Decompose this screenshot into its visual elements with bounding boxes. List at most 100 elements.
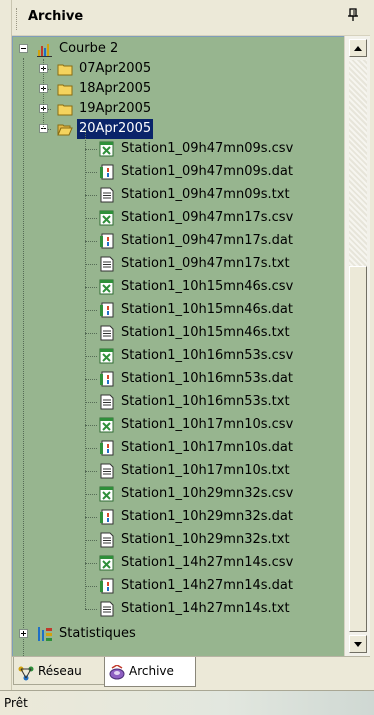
tree-branch-line	[85, 287, 97, 288]
tree-branch-line	[85, 379, 97, 380]
tree-branch-line	[85, 540, 97, 541]
tree-node-file[interactable]: Station1_10h15mn46s.txt	[13, 323, 333, 343]
scroll-thumb[interactable]	[349, 266, 367, 632]
collapse-toggle-icon[interactable]	[19, 44, 28, 53]
tree-node-label: Station1_10h16mn53s.csv	[121, 348, 294, 363]
tree-guide-line	[85, 129, 86, 609]
tree-node-label: 07Apr2005	[79, 61, 152, 76]
tree-branch-line	[85, 425, 97, 426]
tree-node-label: Station1_09h47mn17s.csv	[121, 210, 294, 225]
tab-reseau[interactable]: Réseau	[13, 657, 105, 685]
dat-file-icon	[99, 233, 115, 249]
tree-guide-line	[43, 59, 44, 129]
txt-file-icon	[99, 256, 115, 272]
tree-node-file[interactable]: Station1_09h47mn09s.csv	[13, 139, 333, 159]
tree-node-label: Station1_10h16mn53s.dat	[121, 371, 293, 386]
tree-node-file[interactable]: Station1_10h29mn32s.dat	[13, 507, 333, 527]
tree-node-file[interactable]: Station1_10h15mn46s.dat	[13, 300, 333, 320]
tree-branch-line	[85, 172, 97, 173]
tree-node-label: Station1_10h29mn32s.csv	[121, 486, 294, 501]
tree-node-label: Station1_10h17mn10s.csv	[121, 417, 294, 432]
tree-node-file[interactable]: Station1_09h47mn17s.txt	[13, 254, 333, 274]
tree-node-file[interactable]: Station1_10h17mn10s.txt	[13, 461, 333, 481]
tab-archive[interactable]: Archive	[104, 657, 196, 687]
tree-node-folder[interactable]: 07Apr2005	[13, 59, 333, 79]
status-text: Prêt	[4, 696, 28, 710]
tree-branch-line	[85, 586, 97, 587]
tree-node-label: Station1_09h47mn09s.dat	[121, 164, 293, 179]
tree-branch-line	[85, 448, 97, 449]
tree-node-root[interactable]: Courbe 2	[13, 39, 333, 59]
tree-node-file[interactable]: Station1_14h27mn14s.dat	[13, 576, 333, 596]
csv-file-icon	[99, 486, 115, 502]
tree-node-folder[interactable]: 18Apr2005	[13, 79, 333, 99]
pin-icon[interactable]	[345, 8, 361, 26]
arrow-up-icon	[354, 45, 362, 51]
archive-window: Archive Courbe 2 07Apr2005 18Apr2005 19A…	[0, 0, 374, 715]
tree-branch-line	[85, 517, 97, 518]
tree-node-file[interactable]: Station1_10h17mn10s.dat	[13, 438, 333, 458]
tree-branch-line	[85, 310, 97, 311]
tree-node-label: Station1_14h27mn14s.txt	[121, 601, 290, 616]
drag-grip[interactable]	[16, 8, 19, 30]
tree-branch-line	[85, 333, 97, 334]
tree-branch-line	[85, 471, 97, 472]
tree-node-file[interactable]: Station1_09h47mn17s.csv	[13, 208, 333, 228]
tree-node-file[interactable]: Station1_10h16mn53s.csv	[13, 346, 333, 366]
expand-toggle-icon[interactable]	[19, 629, 28, 638]
panel-tabs: Réseau Archive	[12, 656, 370, 690]
tree-node-label: Courbe 2	[59, 41, 119, 56]
scroll-down-button[interactable]	[349, 635, 367, 653]
tree-node-label: Station1_09h47mn09s.csv	[121, 141, 294, 156]
tree-node-label: Station1_09h47mn17s.txt	[121, 256, 290, 271]
dat-file-icon	[99, 509, 115, 525]
txt-file-icon	[99, 601, 115, 617]
tree-node-file[interactable]: Station1_09h47mn09s.txt	[13, 185, 333, 205]
tree-node-file[interactable]: Station1_09h47mn09s.dat	[13, 162, 333, 182]
csv-file-icon	[99, 555, 115, 571]
status-bar: Prêt	[0, 690, 374, 715]
tree-node-label: Station1_10h15mn46s.csv	[121, 279, 294, 294]
statistics-icon	[37, 626, 53, 642]
tree-node-file[interactable]: Station1_10h17mn10s.csv	[13, 415, 333, 435]
tree-branch-line	[85, 218, 97, 219]
tree-node-label: Station1_14h27mn14s.dat	[121, 578, 293, 593]
csv-file-icon	[99, 348, 115, 364]
tree-branch-line	[85, 264, 97, 265]
dat-file-icon	[99, 302, 115, 318]
folder-icon	[57, 81, 73, 97]
panel-title: Archive	[28, 9, 84, 24]
right-dock-edge	[370, 0, 374, 690]
tree-node-label: Station1_09h47mn17s.dat	[121, 233, 293, 248]
tree-branch-line	[85, 356, 97, 357]
dat-file-icon	[99, 440, 115, 456]
tree-node-file[interactable]: Station1_10h16mn53s.dat	[13, 369, 333, 389]
txt-file-icon	[99, 187, 115, 203]
csv-file-icon	[99, 417, 115, 433]
panel-header: Archive	[12, 0, 370, 36]
tree-branch-line	[85, 402, 97, 403]
tab-label: Archive	[129, 664, 174, 678]
archive-tree[interactable]: Courbe 2 07Apr2005 18Apr2005 19Apr2005 20Ap…	[12, 36, 344, 656]
tree-node-statistiques[interactable]: Statistiques	[13, 624, 333, 644]
tree-node-file[interactable]: Station1_14h27mn14s.txt	[13, 599, 333, 619]
tree-node-file[interactable]: Station1_10h29mn32s.txt	[13, 530, 333, 550]
vertical-scrollbar[interactable]	[344, 36, 370, 656]
csv-file-icon	[99, 279, 115, 295]
tree-node-folder[interactable]: 19Apr2005	[13, 99, 333, 119]
tree-node-folder[interactable]: 20Apr2005	[13, 119, 333, 139]
txt-file-icon	[99, 463, 115, 479]
left-dock-edge	[0, 0, 12, 690]
tree-node-file[interactable]: Station1_09h47mn17s.dat	[13, 231, 333, 251]
tree-node-file[interactable]: Station1_10h15mn46s.csv	[13, 277, 333, 297]
txt-file-icon	[99, 325, 115, 341]
tree-node-file[interactable]: Station1_10h16mn53s.txt	[13, 392, 333, 412]
tree-node-file[interactable]: Station1_14h27mn14s.csv	[13, 553, 333, 573]
tree-branch-line	[85, 494, 97, 495]
chart-icon	[37, 41, 53, 57]
dat-file-icon	[99, 371, 115, 387]
tree-branch-line	[85, 609, 97, 610]
tree-node-file[interactable]: Station1_10h29mn32s.csv	[13, 484, 333, 504]
folder-icon	[57, 101, 73, 117]
scroll-up-button[interactable]	[349, 39, 367, 57]
